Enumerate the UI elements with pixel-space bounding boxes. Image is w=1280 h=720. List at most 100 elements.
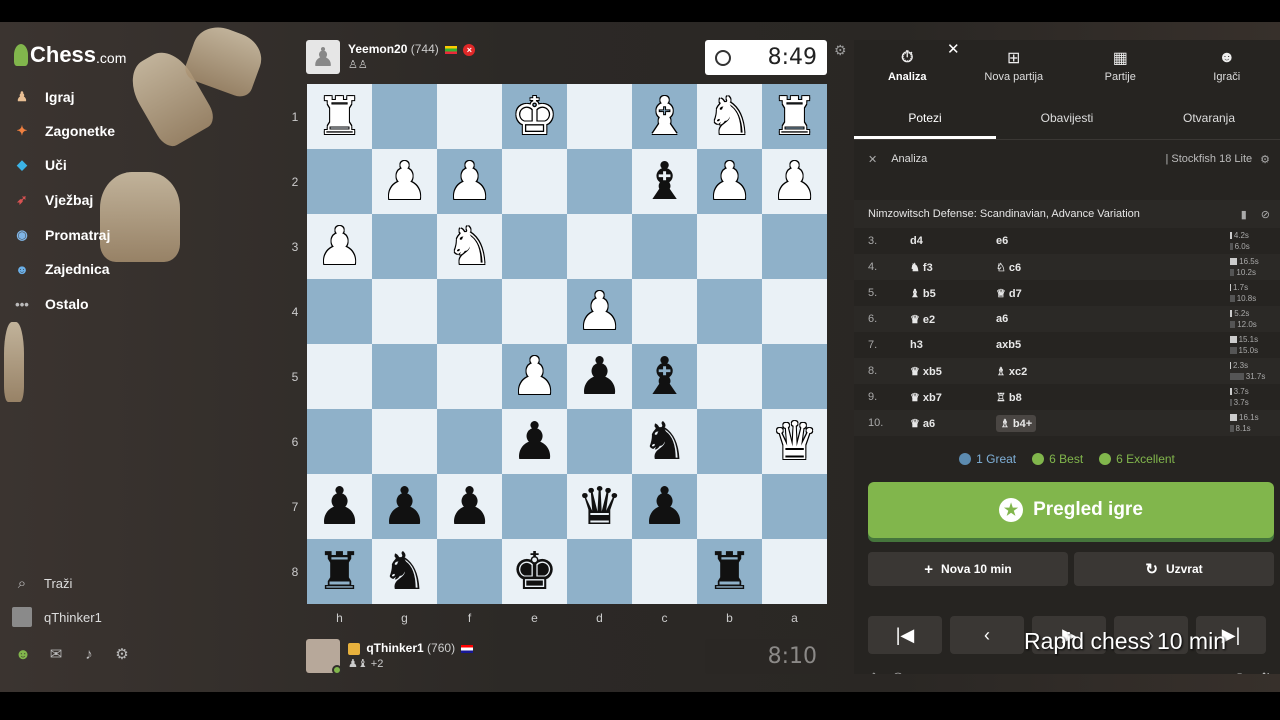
black-move[interactable]: e6 <box>996 235 1076 247</box>
board-square[interactable] <box>762 344 827 409</box>
board-square[interactable]: ♚ <box>502 539 567 604</box>
board-square[interactable]: ♟ <box>502 344 567 409</box>
black-pawn-piece[interactable]: ♟ <box>576 351 623 403</box>
summary-excellent[interactable]: 6 Excellent <box>1099 448 1175 470</box>
nav-games[interactable]: ▦ Partije <box>1067 40 1174 92</box>
board-square[interactable]: ♝ <box>632 84 697 149</box>
white-move[interactable]: ♛ xb5 <box>910 365 996 378</box>
white-pawn-piece[interactable]: ♟ <box>316 221 363 273</box>
board-square[interactable] <box>567 539 632 604</box>
white-pawn-piece[interactable]: ♟ <box>706 156 753 208</box>
black-move[interactable]: ♗ b4+ <box>996 414 1037 432</box>
board-square[interactable]: ♟ <box>762 149 827 214</box>
black-pawn-piece[interactable]: ♟ <box>446 481 493 533</box>
sidebar-item-watch[interactable]: ◉ Promatraj <box>12 222 110 248</box>
white-king-piece[interactable]: ♚ <box>511 91 558 143</box>
board-square[interactable] <box>307 409 372 474</box>
board-square[interactable]: ♟ <box>437 149 502 214</box>
tab-openings[interactable]: Otvaranja <box>1138 100 1280 139</box>
board-square[interactable] <box>567 409 632 474</box>
close-analysis-icon[interactable]: ✕ <box>868 153 877 166</box>
sidebar-item-puzzles[interactable]: ✦ Zagonetke <box>12 118 115 144</box>
board-square[interactable]: ♛ <box>567 474 632 539</box>
black-pawn-piece[interactable]: ♟ <box>316 481 363 533</box>
white-move[interactable]: h3 <box>910 339 996 351</box>
board-square[interactable] <box>437 84 502 149</box>
black-move[interactable]: a6 <box>996 313 1076 325</box>
white-move[interactable]: d4 <box>910 235 996 247</box>
sidebar-item-learn[interactable]: ◆ Uči <box>12 152 67 178</box>
board-square[interactable]: ♞ <box>372 539 437 604</box>
white-queen-piece[interactable]: ♛ <box>771 416 818 468</box>
tab-notifications[interactable]: Obavijesti <box>996 100 1138 139</box>
board-square[interactable] <box>697 409 762 474</box>
refresh-icon[interactable]: ↻ <box>1237 670 1249 674</box>
board-square[interactable] <box>437 539 502 604</box>
board-square[interactable] <box>372 279 437 344</box>
board-square[interactable] <box>502 279 567 344</box>
board-square[interactable]: ♟ <box>307 474 372 539</box>
board-square[interactable] <box>632 214 697 279</box>
board-square[interactable]: ♝ <box>632 344 697 409</box>
board-square[interactable] <box>567 214 632 279</box>
board-square[interactable]: ♞ <box>437 214 502 279</box>
white-move[interactable]: ♛ e2 <box>910 313 996 326</box>
board-square[interactable] <box>697 474 762 539</box>
opponent-name[interactable]: Yeemon20 (744) × <box>348 42 476 56</box>
board-square[interactable]: ♟ <box>697 149 762 214</box>
sidebar-item-play[interactable]: ♟ Igraj <box>12 84 74 110</box>
board-square[interactable] <box>632 539 697 604</box>
summary-great[interactable]: 1 Great <box>959 448 1016 470</box>
board-square[interactable]: ♟ <box>372 149 437 214</box>
analysis-tool-icon[interactable]: ⚇ <box>892 670 905 674</box>
black-move[interactable]: ♖ b8 <box>996 391 1076 404</box>
profile-item[interactable]: qThinker1 <box>12 605 102 629</box>
sidebar-item-community[interactable]: ☻ Zajednica <box>12 256 109 282</box>
black-bishop-piece[interactable]: ♝ <box>641 156 688 208</box>
bell-icon[interactable]: ♪ <box>80 645 98 663</box>
player-avatar[interactable] <box>306 639 342 675</box>
white-rook-piece[interactable]: ♜ <box>316 91 363 143</box>
white-move[interactable]: ♛ a6 <box>910 417 996 430</box>
sidebar-item-more[interactable]: ••• Ostalo <box>12 291 88 317</box>
black-knight-piece[interactable]: ♞ <box>381 546 428 598</box>
board-square[interactable] <box>762 214 827 279</box>
board-square[interactable]: ♝ <box>632 149 697 214</box>
white-pawn-piece[interactable]: ♟ <box>511 351 558 403</box>
board-square[interactable]: ♟ <box>307 214 372 279</box>
white-move[interactable]: ♝ b5 <box>910 287 996 300</box>
board-square[interactable]: ♟ <box>437 474 502 539</box>
board-settings-gear-icon[interactable]: ⚙ <box>834 42 847 59</box>
black-pawn-piece[interactable]: ♟ <box>641 481 688 533</box>
board-square[interactable]: ♞ <box>697 84 762 149</box>
zoom-icon[interactable]: ⌕ <box>942 670 950 674</box>
flip-board-icon[interactable]: ⇅ <box>1260 670 1272 674</box>
board-square[interactable] <box>372 214 437 279</box>
game-review-button[interactable]: ★ Pregled igre <box>868 482 1274 538</box>
chesscom-logo[interactable]: Chess .com <box>14 40 126 70</box>
board-square[interactable] <box>437 409 502 474</box>
sidebar-item-practice[interactable]: ➶ Vježbaj <box>12 187 94 213</box>
black-move[interactable]: ♗ xc2 <box>996 365 1076 378</box>
summary-best[interactable]: 6 Best <box>1032 448 1083 470</box>
black-queen-piece[interactable]: ♛ <box>576 481 623 533</box>
board-square[interactable] <box>372 409 437 474</box>
black-bishop-piece[interactable]: ♝ <box>641 351 688 403</box>
board-square[interactable]: ♜ <box>762 84 827 149</box>
black-rook-piece[interactable]: ♜ <box>706 546 753 598</box>
close-icon[interactable]: ✕ <box>947 40 960 58</box>
search-item[interactable]: ⌕ Traži <box>12 571 73 595</box>
image-icon[interactable]: ▣ <box>916 670 929 674</box>
board-square[interactable] <box>307 279 372 344</box>
white-move[interactable]: ♛ xb7 <box>910 391 996 404</box>
board-square[interactable] <box>307 149 372 214</box>
board-square[interactable] <box>307 344 372 409</box>
white-knight-piece[interactable]: ♞ <box>446 221 493 273</box>
white-knight-piece[interactable]: ♞ <box>706 91 753 143</box>
opponent-avatar[interactable]: ♟ <box>306 40 340 74</box>
board-square[interactable] <box>632 279 697 344</box>
board-square[interactable] <box>372 344 437 409</box>
board-square[interactable]: ♟ <box>567 279 632 344</box>
chess-board[interactable]: ♜ ♚ ♝ ♞ ♜ ♟ ♟ ♝ ♟ ♟ ♟ ♞ ♟ ♟ ♟ ♝ ♟ ♞ ♛ ♟ ♟ ♟ ♛ ♟ ♜ ♞ ♚ ♜ <box>307 84 827 604</box>
black-knight-piece[interactable]: ♞ <box>641 416 688 468</box>
